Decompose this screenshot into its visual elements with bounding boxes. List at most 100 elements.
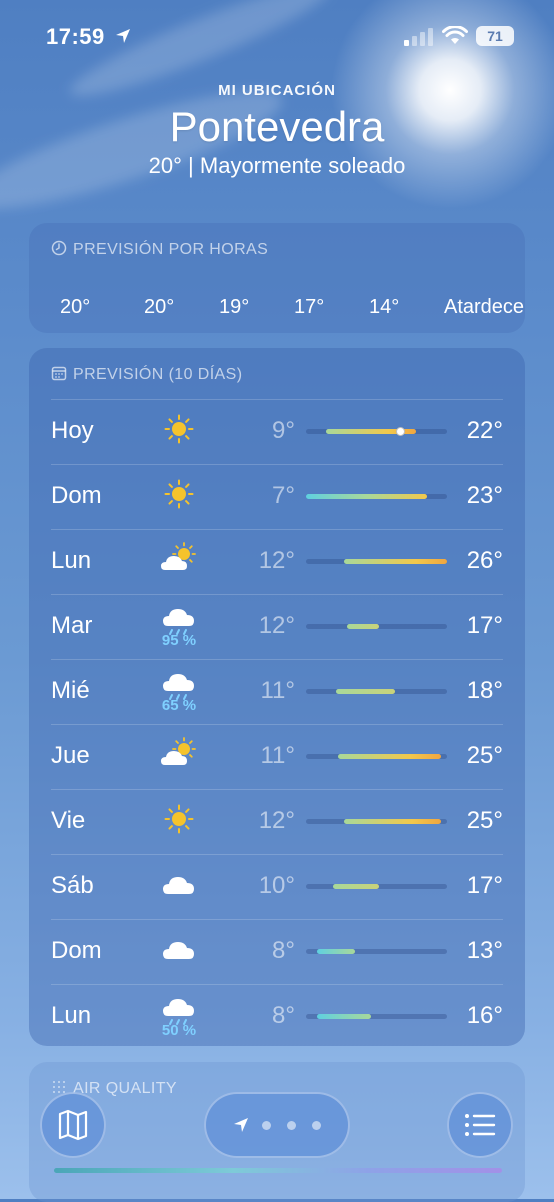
low-temp: 9° <box>272 417 295 444</box>
sun-icon <box>159 409 199 449</box>
day-name: Sáb <box>51 872 94 899</box>
partly-cloudy-icon <box>159 539 199 579</box>
cloud-icon <box>159 929 199 969</box>
battery-indicator: 71 <box>476 26 514 46</box>
sun-icon <box>159 474 199 514</box>
location-arrow-icon <box>116 29 130 43</box>
day-name: Dom <box>51 482 102 509</box>
temperature-range-fill <box>332 884 380 889</box>
location-header: MI UBICACIÓN Pontevedra 20° | Mayormente… <box>0 82 554 179</box>
current-temp-dot <box>395 427 405 436</box>
partly-cloudy-icon <box>159 734 199 774</box>
low-temp: 7° <box>272 482 295 509</box>
daily-row[interactable]: Lun 12° 26° <box>29 529 525 594</box>
hourly-title-text: PREVISIÓN POR HORAS <box>73 241 269 258</box>
sun-icon <box>159 799 199 839</box>
hourly-item: 20° <box>60 296 91 318</box>
temperature-range-bar <box>306 689 447 694</box>
hourly-item: 17° <box>294 296 325 318</box>
row-divider <box>51 919 503 920</box>
temperature-range-bar <box>306 884 447 889</box>
hourly-item: 19° <box>219 296 250 318</box>
row-divider <box>51 659 503 660</box>
temperature-range-bar <box>306 754 447 759</box>
temperature-range-fill <box>317 1014 371 1019</box>
high-temp: 22° <box>466 417 503 444</box>
day-name: Hoy <box>51 417 94 444</box>
row-divider <box>51 399 503 400</box>
temperature-range-bar <box>306 949 447 954</box>
high-temp: 25° <box>466 742 503 769</box>
daily-row[interactable]: Lun 50 % 8° 16° <box>29 984 525 1049</box>
list-icon <box>465 1114 496 1136</box>
day-name: Lun <box>51 547 92 574</box>
day-name: Mié <box>51 677 90 704</box>
row-divider <box>51 724 503 725</box>
page-dot[interactable] <box>312 1121 321 1130</box>
temperature-range-fill <box>344 819 442 824</box>
low-temp: 11° <box>260 742 295 769</box>
hourly-forecast-card[interactable]: PREVISIÓN POR HORAS 20° 20° 19° 17° 14° … <box>29 223 525 333</box>
temperature-range-fill <box>344 559 447 564</box>
location-list-button[interactable] <box>447 1092 513 1158</box>
current-location-icon <box>234 1118 248 1132</box>
daily-row[interactable]: Mar 95 % 12° 17° <box>29 594 525 659</box>
daily-title-text: PREVISIÓN (10 DÍAS) <box>73 366 243 383</box>
high-temp: 16° <box>466 1002 503 1029</box>
cellular-signal-icon <box>404 28 433 46</box>
temperature-range-bar <box>306 494 447 499</box>
map-button[interactable] <box>40 1092 106 1158</box>
row-divider <box>51 984 503 985</box>
row-divider <box>51 854 503 855</box>
hourly-item: 20° <box>144 296 175 318</box>
location-pager[interactable] <box>204 1092 350 1158</box>
daily-row[interactable]: Vie 12° 25° <box>29 789 525 854</box>
city-name: Pontevedra <box>169 103 385 150</box>
temperature-range-fill <box>317 949 356 954</box>
daily-row[interactable]: Dom 7° 23° <box>29 464 525 529</box>
daily-row[interactable]: Dom 8° 13° <box>29 919 525 984</box>
high-temp: 17° <box>466 612 503 639</box>
high-temp: 23° <box>466 482 503 509</box>
row-divider <box>51 529 503 530</box>
low-temp: 11° <box>260 677 295 704</box>
page-dot[interactable] <box>287 1121 296 1130</box>
hourly-item-sunset: Atardecer <box>444 296 525 318</box>
status-time: 17:59 <box>46 24 105 49</box>
day-name: Dom <box>51 937 102 964</box>
calendar-icon <box>51 366 67 381</box>
location-label: MI UBICACIÓN <box>218 82 336 99</box>
page-dot[interactable] <box>262 1121 271 1130</box>
row-divider <box>51 789 503 790</box>
daily-row[interactable]: Jue 11° 25° <box>29 724 525 789</box>
temperature-range-fill <box>346 624 380 629</box>
day-name: Jue <box>51 742 90 769</box>
daily-forecast-card[interactable]: PREVISIÓN (10 DÍAS) Hoy 9° 22° Dom 7° 23° Lun 1… <box>29 348 525 1046</box>
day-name: Vie <box>51 807 86 834</box>
low-temp: 12° <box>258 807 295 834</box>
daily-title: PREVISIÓN (10 DÍAS) <box>51 365 242 384</box>
clock-icon <box>51 240 67 256</box>
wifi-icon <box>442 26 468 44</box>
low-temp: 12° <box>258 547 295 574</box>
daily-row[interactable]: Hoy 9° 22° <box>29 399 525 464</box>
low-temp: 10° <box>258 872 295 899</box>
daily-row[interactable]: Sáb 10° 17° <box>29 854 525 919</box>
high-temp: 17° <box>466 872 503 899</box>
home-indicator[interactable] <box>54 1168 502 1173</box>
row-divider <box>51 594 503 595</box>
temperature-range-bar <box>306 624 447 629</box>
low-temp: 12° <box>258 612 295 639</box>
temperature-range-fill <box>338 754 442 759</box>
low-temp: 8° <box>272 937 295 964</box>
hourly-item: 14° <box>369 296 400 318</box>
temperature-range-bar <box>306 1014 447 1019</box>
temperature-range-bar <box>306 427 447 436</box>
high-temp: 13° <box>466 937 503 964</box>
high-temp: 25° <box>466 807 503 834</box>
hourly-title: PREVISIÓN POR HORAS <box>51 240 268 259</box>
day-name: Mar <box>51 612 93 639</box>
daily-row[interactable]: Mié 65 % 11° 18° <box>29 659 525 724</box>
low-temp: 8° <box>272 1002 295 1029</box>
map-icon <box>58 1109 88 1141</box>
